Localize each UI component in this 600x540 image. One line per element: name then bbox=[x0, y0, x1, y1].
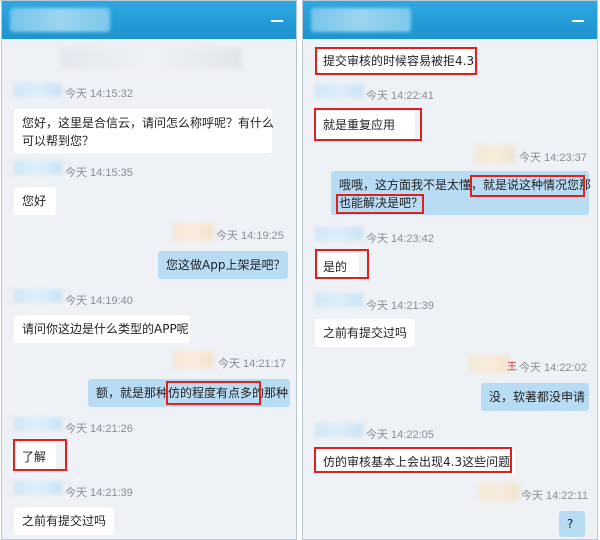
message-text: 之前有提交过吗 bbox=[323, 326, 408, 340]
message-bubble-incoming: 之前有提交过吗 bbox=[14, 507, 114, 535]
sender-name-blurred bbox=[14, 289, 62, 303]
message-bubble-outgoing: ? bbox=[559, 511, 585, 537]
message-timestamp: 今天 14:21:26 bbox=[65, 423, 133, 435]
highlighted-phrase: 也能解决是吧？ bbox=[339, 196, 424, 210]
message-bubble-incoming: 之前有提交过吗 bbox=[315, 319, 415, 347]
message-timestamp: 今天 14:22:05 bbox=[366, 429, 434, 441]
minimize-button[interactable] bbox=[268, 11, 286, 29]
chat-window-right: 提交审核的时候容易被拒4.3 今天 14:22:41 就是重复应用 今天 14:… bbox=[302, 0, 598, 540]
message-bubble-incoming: 请问你这边是什么类型的APP呢 bbox=[14, 315, 190, 343]
message-timestamp: 今天 14:22:02 bbox=[519, 362, 587, 374]
sender-name-blurred bbox=[315, 84, 363, 98]
sender-name-blurred bbox=[479, 483, 519, 501]
sender-name-blurred bbox=[315, 227, 363, 241]
message-bubble-outgoing: 您这做App上架是吧？ bbox=[158, 251, 288, 279]
message-text: 之前有提交过吗 bbox=[22, 514, 107, 528]
sender-name-blurred bbox=[174, 351, 214, 369]
sender-name-blurred bbox=[14, 83, 62, 97]
contact-name-blurred bbox=[10, 8, 110, 32]
message-bubble-outgoing: 没，软著都没申请 bbox=[481, 383, 589, 411]
message-timestamp: 今天 14:19:40 bbox=[65, 295, 133, 307]
message-timestamp: 今天 14:21:39 bbox=[366, 300, 434, 312]
message-bubble-incoming: 您好 bbox=[14, 187, 56, 215]
message-timestamp: 今天 14:22:11 bbox=[521, 490, 589, 502]
message-timestamp: 今天 14:22:41 bbox=[366, 90, 434, 102]
message-text: 您好 bbox=[22, 194, 47, 208]
message-timestamp: 今天 14:19:25 bbox=[216, 230, 284, 242]
highlighted-phrase: 仿的程度有点多的 bbox=[168, 386, 265, 400]
message-text: 可以帮到您？ bbox=[22, 134, 95, 148]
message-text: 您这做App上架是吧？ bbox=[166, 258, 286, 272]
message-text: 那种 bbox=[264, 386, 289, 400]
message-timestamp: 今天 14:15:32 bbox=[65, 88, 133, 100]
minimize-button[interactable] bbox=[569, 11, 587, 29]
message-text: ? bbox=[567, 517, 574, 531]
chat-window-left: 今天 14:15:32 您好，这里是合信云，请问怎么称呼呢？有什么 可以帮到您？… bbox=[1, 0, 297, 540]
message-timestamp: 今天 14:21:17 bbox=[218, 358, 286, 370]
sender-name-blurred bbox=[475, 145, 515, 163]
notice-blurred bbox=[60, 47, 242, 69]
message-bubble-incoming: 就是重复应用 bbox=[315, 111, 415, 139]
message-bubble-incoming: 仿的审核基本上会出现4.3这些问题 bbox=[315, 449, 515, 475]
sender-name-blurred bbox=[315, 293, 363, 307]
message-timestamp: 今天 14:23:42 bbox=[366, 233, 434, 245]
sender-name-blurred bbox=[14, 481, 62, 495]
sender-name-blurred bbox=[14, 161, 62, 175]
highlighted-phrase: 就是说这种情况您那 bbox=[483, 178, 592, 192]
message-bubble-incoming: 提交审核的时候容易被拒4.3 bbox=[317, 49, 475, 73]
message-timestamp: 今天 14:23:37 bbox=[519, 152, 587, 164]
sender-name-blurred bbox=[469, 355, 509, 373]
sender-name-blurred bbox=[174, 223, 214, 241]
message-text: 提交审核的时候容易被拒4.3 bbox=[323, 54, 475, 68]
message-text: 仿的审核基本上会出现4.3这些问题 bbox=[323, 455, 511, 469]
sender-name-blurred bbox=[315, 423, 363, 437]
message-text: 没，软著都没申请 bbox=[489, 390, 586, 404]
message-bubble-incoming: 了解 bbox=[14, 443, 56, 471]
message-bubble-outgoing: 额，就是那种仿的程度有点多的那种 bbox=[88, 379, 290, 407]
sender-name-blurred bbox=[14, 417, 62, 431]
message-bubble-outgoing: 哦哦，这方面我不是太懂，就是说这种情况您那 也能解决是吧？ bbox=[331, 171, 592, 215]
message-text: 您好，这里是合信云，请问怎么称呼呢？有什么 bbox=[22, 116, 275, 130]
message-text: 额，就是那种 bbox=[96, 386, 169, 400]
message-bubble-incoming: 您好，这里是合信云，请问怎么称呼呢？有什么 可以帮到您？ bbox=[14, 109, 275, 153]
message-timestamp: 今天 14:15:35 bbox=[65, 167, 133, 179]
contact-name-blurred bbox=[311, 8, 411, 32]
message-text: 就是重复应用 bbox=[323, 118, 396, 132]
message-text: 哦哦，这方面我不是太懂， bbox=[339, 178, 484, 192]
message-text: 是的 bbox=[323, 260, 348, 274]
message-timestamp: 今天 14:21:39 bbox=[65, 487, 133, 499]
message-text: 请问你这边是什么类型的APP呢 bbox=[22, 322, 189, 336]
message-text: 了解 bbox=[22, 450, 47, 464]
avatar-mark: 王 bbox=[507, 362, 517, 373]
message-bubble-incoming: 是的 bbox=[315, 253, 359, 281]
title-bar bbox=[2, 1, 296, 39]
title-bar bbox=[303, 1, 597, 39]
